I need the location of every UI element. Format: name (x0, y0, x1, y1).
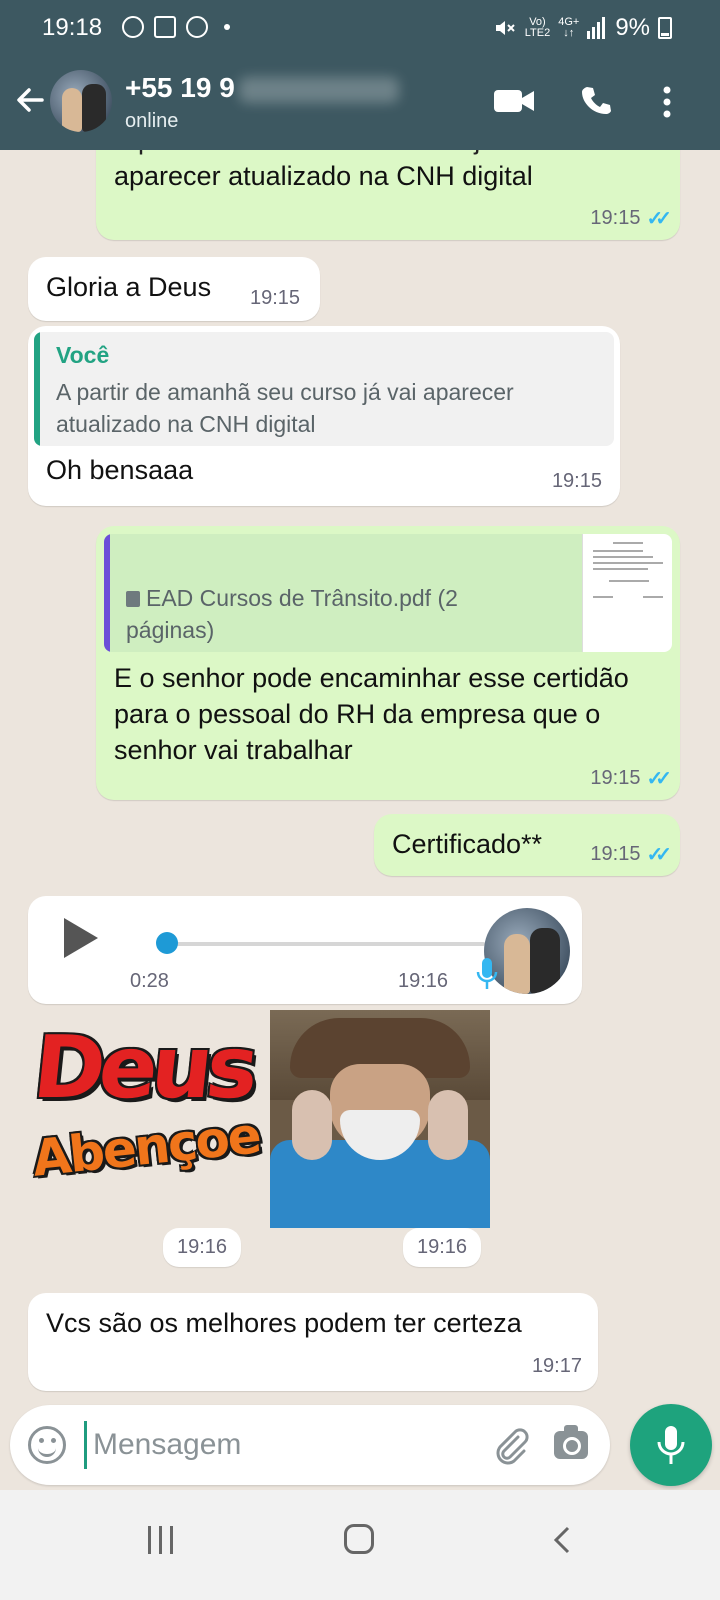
back-arrow-icon[interactable] (12, 82, 48, 118)
sticker-time: 19:16 (163, 1228, 242, 1267)
message-list[interactable]: A partir de amanhã seu curso já vai apar… (0, 150, 720, 1405)
mute-icon (495, 21, 515, 35)
recent-apps-icon[interactable] (148, 1526, 174, 1554)
quoted-message[interactable]: Você A partir de amanhã seu curso já vai… (34, 332, 614, 446)
chrome-icon (122, 16, 144, 38)
message-time: 19:15 (551, 470, 602, 492)
video-call-icon[interactable] (494, 88, 534, 114)
top-bar: 19:18 Vo) LTE2 4G+ ↓↑ 9% +55 19 9 online (0, 0, 720, 150)
message-meta: 19:15 ✓✓ (590, 842, 671, 867)
message-time: 19:16 (398, 970, 449, 992)
message-time: 19:15 (590, 767, 641, 789)
more-options-icon[interactable] (660, 86, 674, 118)
message-meta: 19:15 (250, 287, 300, 310)
message-time: 19:15 (590, 207, 641, 229)
emoji-icon[interactable] (28, 1426, 66, 1464)
message-bubble-outgoing[interactable]: Certificado** 19:15 ✓✓ (374, 814, 680, 876)
read-ticks-icon: ✓✓ (646, 768, 671, 790)
message-text: Gloria a Deus (46, 272, 212, 302)
quote-bar (104, 534, 110, 652)
message-text: E o senhor pode encaminhar esse certidão… (114, 663, 629, 765)
contact-avatar[interactable] (50, 70, 112, 132)
battery-label: 9% (615, 14, 650, 41)
message-input[interactable] (84, 1421, 464, 1469)
message-time: 19:15 (250, 287, 301, 309)
redacted-number (238, 76, 399, 103)
quoted-document[interactable]: EAD Cursos de Trânsito.pdf (2 páginas) (104, 534, 672, 652)
status-time: 19:18 (42, 14, 103, 41)
home-icon[interactable] (344, 1524, 374, 1554)
message-bubble-outgoing-reply[interactable]: EAD Cursos de Trânsito.pdf (2 páginas) E… (96, 526, 680, 800)
status-bar: 19:18 Vo) LTE2 4G+ ↓↑ 9% (0, 12, 720, 46)
message-text: aparecer atualizado na CNH digital (114, 161, 533, 191)
voice-mic-icon (476, 958, 498, 989)
read-ticks-icon: ✓✓ (646, 844, 671, 866)
message-text: Oh bensaaa (46, 455, 194, 485)
sticker-time: 19:16 (403, 1228, 482, 1267)
document-thumbnail (582, 534, 672, 652)
chat-header: +55 19 9 online (0, 60, 720, 150)
contact-status: online (125, 110, 179, 132)
signal-icon (587, 17, 606, 39)
status-right: Vo) LTE2 4G+ ↓↑ 9% (493, 14, 672, 42)
quote-text: A partir de amanhã seu curso já vai apar… (56, 379, 514, 437)
sticker-clapping-man[interactable] (270, 1010, 490, 1228)
volte-label: Vo) LTE2 (524, 16, 551, 39)
message-bubble-outgoing[interactable]: A partir de amanhã seu curso já vai apar… (96, 150, 680, 240)
voice-progress-track[interactable] (160, 942, 485, 946)
voice-message-bubble[interactable]: 0:28 19:16 (28, 896, 582, 1004)
sticker-text-2: Abençoe (29, 1106, 263, 1188)
read-ticks-icon: ✓✓ (646, 208, 671, 230)
document-icon (126, 591, 140, 607)
attach-icon[interactable] (490, 1425, 530, 1465)
battery-icon (658, 17, 672, 39)
message-bubble-incoming[interactable]: Gloria a Deus 19:15 (28, 257, 320, 321)
news-icon (154, 16, 176, 38)
system-nav-bar (0, 1490, 720, 1600)
message-time: 19:15 (590, 843, 641, 865)
message-meta: 19:15 ✓✓ (590, 766, 671, 791)
phone-call-icon[interactable] (580, 84, 612, 116)
sticker-deus-abencoe[interactable]: Deus Abençoe (28, 1008, 263, 1218)
voice-duration: 0:28 (130, 970, 169, 992)
voice-record-button[interactable] (630, 1404, 712, 1486)
quote-document-name: EAD Cursos de Trânsito.pdf (2 páginas) (126, 585, 458, 643)
message-text: Vcs são os melhores podem ter certeza (46, 1308, 522, 1338)
status-left-icons (122, 16, 230, 38)
message-text: Certificado** (392, 829, 543, 859)
dot-icon (224, 24, 230, 30)
camera-icon[interactable] (554, 1425, 588, 1459)
quote-author: Você (56, 342, 110, 368)
message-time: 19:17 (531, 1355, 582, 1377)
voice-progress-knob[interactable] (156, 932, 178, 954)
message-bubble-incoming-reply[interactable]: Você A partir de amanhã seu curso já vai… (28, 326, 620, 506)
message-composer (10, 1405, 610, 1485)
message-bubble-incoming[interactable]: Vcs são os melhores podem ter certeza 19… (28, 1293, 598, 1391)
message-meta: 19:15 ✓✓ (590, 206, 671, 231)
message-text-partial: A partir de amanhã seu curso já vai (114, 150, 537, 158)
chrome-icon (186, 16, 208, 38)
mic-icon (657, 1426, 685, 1464)
sticker-text-1: Deus (28, 1018, 258, 1118)
message-meta: 19:15 (552, 470, 602, 493)
play-icon[interactable] (64, 918, 98, 958)
message-meta: 19:17 (532, 1355, 582, 1378)
quote-bar (34, 332, 40, 446)
contact-name[interactable]: +55 19 9 (125, 72, 399, 104)
network-type-label: 4G+ ↓↑ (558, 16, 580, 39)
system-back-icon[interactable] (552, 1526, 572, 1554)
